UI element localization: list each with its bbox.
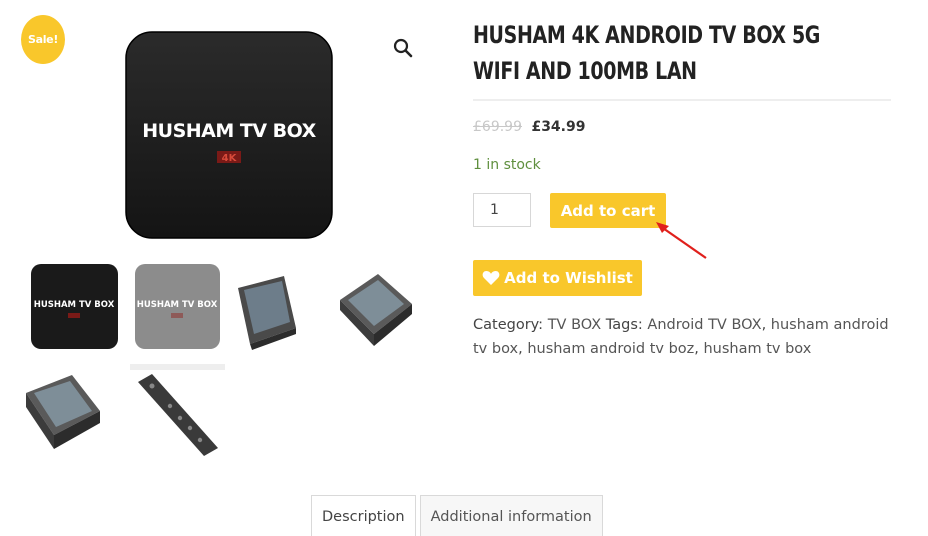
tab-additional-information[interactable]: Additional information xyxy=(419,495,603,536)
thumbnail-4[interactable] xyxy=(338,270,433,362)
old-price: £69.99 xyxy=(473,119,522,135)
tag-link[interactable]: husham tv box xyxy=(703,341,811,357)
magnifier-icon[interactable] xyxy=(392,37,414,59)
thumbnail-6[interactable] xyxy=(130,364,225,456)
add-to-cart-button[interactable]: Add to cart xyxy=(550,193,666,228)
quantity-input[interactable] xyxy=(473,193,531,227)
sale-price: £34.99 xyxy=(531,119,586,135)
tag-link[interactable]: Android TV BOX xyxy=(647,317,761,333)
category-link[interactable]: TV BOX xyxy=(548,317,602,333)
thumbnail-5[interactable] xyxy=(26,371,121,463)
price-row: £69.99 £34.99 xyxy=(473,119,585,135)
category-label: Category: xyxy=(473,317,544,333)
sale-badge: Sale! xyxy=(21,15,65,64)
annotation-arrow xyxy=(656,222,707,259)
product-tabs: Description Additional information xyxy=(311,495,603,536)
product-title: HUSHAM 4K ANDROID TV BOX 5G WIFI AND 100… xyxy=(473,21,821,85)
product-main-image[interactable]: HUSHAM TV BOX 4K xyxy=(124,30,334,240)
thumbnail-1[interactable]: HUSHAM TV BOX xyxy=(28,261,123,353)
product-brand-text: HUSHAM TV BOX xyxy=(142,120,316,142)
thumbnail-2[interactable]: HUSHAM TV BOX xyxy=(132,261,227,353)
wishlist-label: Add to Wishlist xyxy=(504,269,633,287)
heart-icon xyxy=(482,271,500,285)
product-meta: Category: TV BOX Tags: Android TV BOX, h… xyxy=(473,317,889,357)
tab-description[interactable]: Description xyxy=(311,495,416,536)
stock-status: 1 in stock xyxy=(473,157,541,173)
product-4k-text: 4K xyxy=(222,153,238,164)
thumbnail-2-text: HUSHAM TV BOX xyxy=(137,300,218,310)
thumbnail-3[interactable] xyxy=(234,270,329,362)
tag-link[interactable]: husham android tv boz xyxy=(527,341,694,357)
thumbnail-1-text: HUSHAM TV BOX xyxy=(34,300,115,310)
add-to-wishlist-button[interactable]: Add to Wishlist xyxy=(473,260,642,296)
title-divider xyxy=(473,99,891,101)
tags-label: Tags: xyxy=(605,317,643,333)
